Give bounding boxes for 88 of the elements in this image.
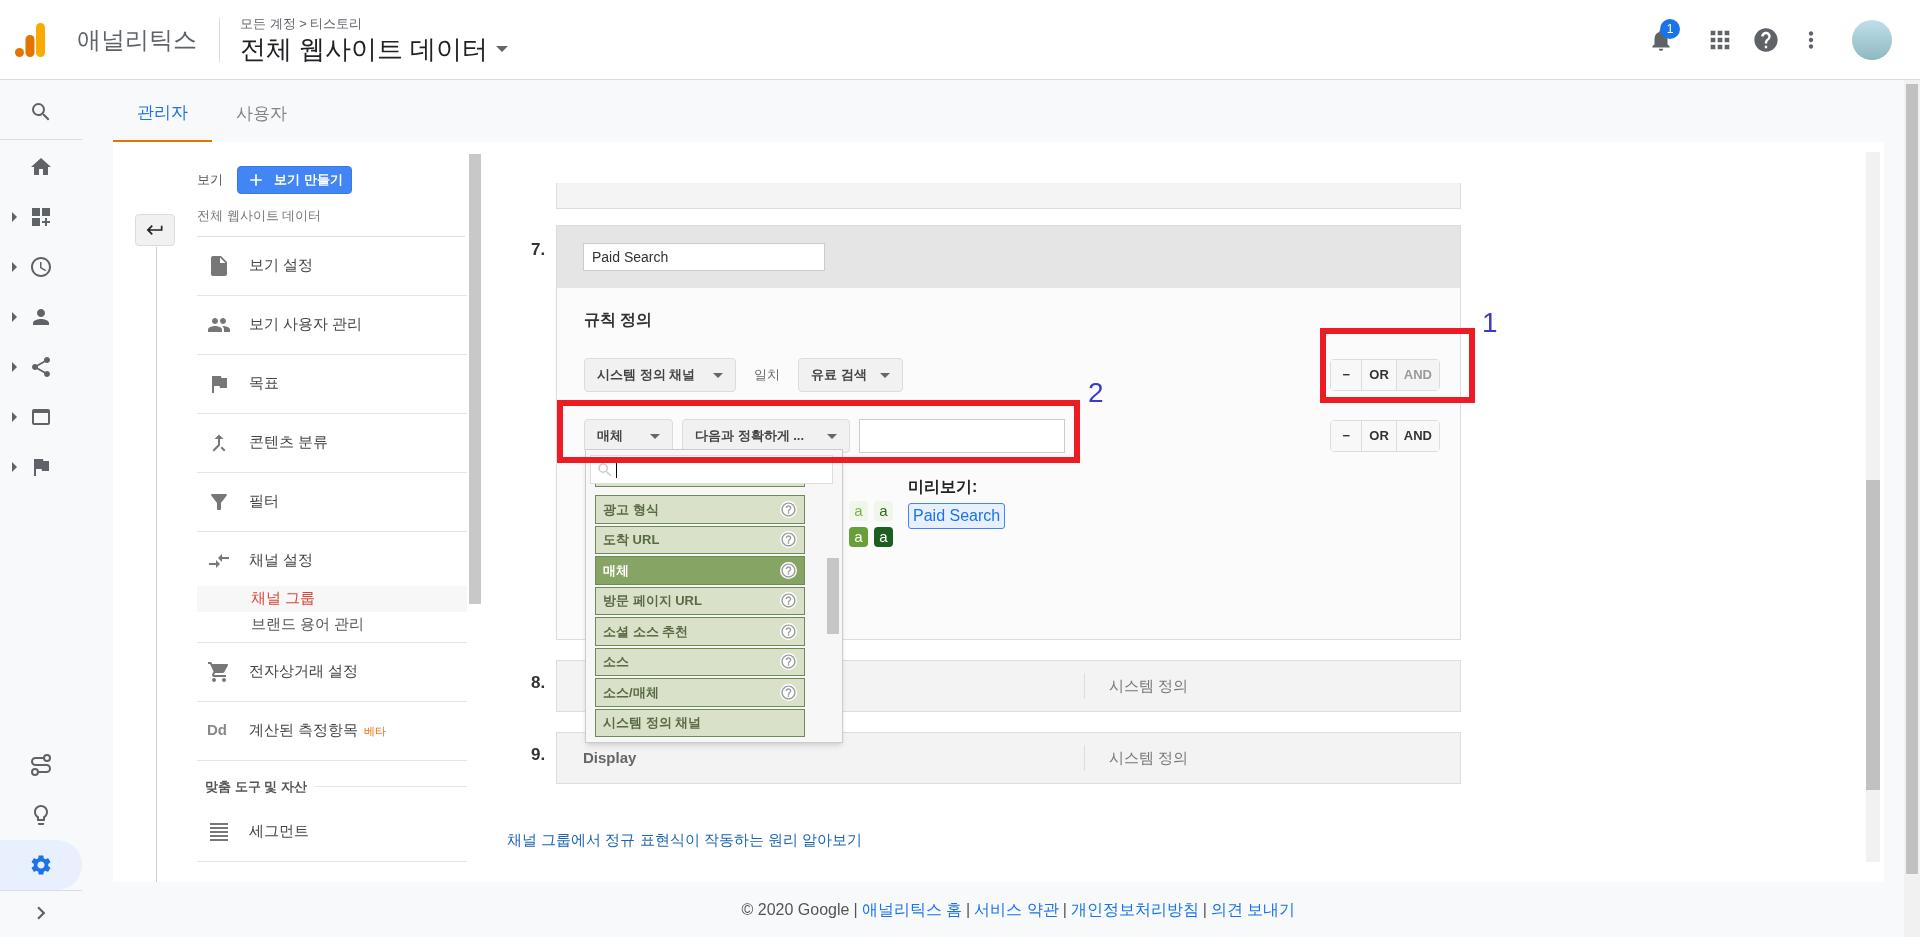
caret-icon (827, 433, 837, 439)
definition-label: 시스템 정의 (1109, 675, 1189, 696)
submenu-item[interactable]: 브랜드 용어 관리 (197, 611, 467, 638)
submenu-item[interactable]: 채널 그룹 (197, 585, 467, 612)
menu-item[interactable]: 전자상거래 설정 (197, 642, 467, 701)
definition-label: 시스템 정의 (1109, 747, 1189, 768)
value-dropdown[interactable]: 유료 검색 (798, 358, 903, 392)
create-view-button[interactable]: 보기 만들기 (237, 166, 352, 194)
route-icon (29, 753, 53, 777)
separator: | (853, 899, 858, 920)
annotation-number: 1 (1482, 306, 1498, 340)
clock-icon (29, 255, 53, 279)
rule-heading: 규칙 정의 (584, 310, 653, 330)
value-field[interactable] (859, 419, 1065, 453)
footer-link[interactable]: 애널리틱스 홈 (861, 897, 963, 922)
rule-button[interactable]: AND (1395, 421, 1439, 451)
help-icon[interactable] (1752, 25, 1780, 54)
footer-link[interactable]: 개인정보처리방침 (1070, 897, 1199, 922)
footer-link[interactable]: 서비스 약관 (974, 897, 1059, 922)
menu-option[interactable]: 소스/매체 (595, 678, 805, 707)
color-swatch[interactable]: a (874, 501, 893, 521)
help-link[interactable]: 채널 그룹에서 정규 표현식이 작동하는 원리 알아보기 (507, 829, 862, 852)
menu-item[interactable]: 목표 (197, 354, 467, 413)
preview-label: 미리보기: (908, 477, 979, 497)
help-icon[interactable] (780, 622, 797, 640)
caret-icon (496, 46, 509, 53)
section-heading: 맞춤 도구 및 자산 (205, 777, 307, 796)
menu-item[interactable]: 필터 (197, 472, 467, 531)
annotation-number: 2 (1088, 376, 1104, 410)
expand-arrow-icon (12, 362, 17, 372)
view-name: 전체 웹사이트 데이터 (197, 206, 465, 237)
scrollbar[interactable] (827, 558, 839, 634)
back-button[interactable] (135, 214, 175, 246)
rail-item[interactable] (0, 840, 82, 890)
caret-icon (713, 372, 723, 378)
menu-option[interactable]: 방문 페이지 URL (595, 586, 805, 615)
dimension-dropdown[interactable]: 시스템 정의 채널 (584, 358, 736, 392)
menu-option[interactable]: 소스 (595, 647, 805, 676)
cart-icon (207, 659, 231, 684)
expand-arrow-icon (12, 212, 17, 222)
copyright: © 2020 Google (741, 899, 850, 920)
expand-arrow-icon (12, 462, 17, 472)
scrollbar[interactable] (469, 154, 481, 604)
help-icon[interactable] (780, 531, 797, 549)
menu-option[interactable]: 시스템 정의 채널 (595, 708, 805, 737)
branch-icon (29, 355, 53, 379)
property-selector[interactable]: 전체 웹사이트 데이터 (240, 33, 509, 66)
scrollbar[interactable] (1866, 480, 1880, 790)
scrollbar[interactable] (1906, 84, 1918, 874)
group-number: 9. (531, 744, 546, 766)
channel-tag: Paid Search (908, 503, 1006, 529)
breadcrumb[interactable]: 모든 계정 > 티스토리 (240, 13, 509, 33)
footer-link[interactable]: 의견 보내기 (1210, 897, 1296, 922)
expand-arrow-icon (12, 312, 17, 322)
menu-item[interactable]: 세그먼트 (197, 802, 467, 861)
menu-item[interactable]: 콘텐츠 분류 (197, 413, 467, 472)
match-label: 일치 (753, 366, 781, 385)
help-icon[interactable] (780, 561, 797, 579)
help-icon[interactable] (780, 683, 797, 701)
dashboard-icon (29, 205, 53, 229)
menu-option[interactable]: 광고 형식 (595, 495, 805, 524)
caret-icon (880, 372, 890, 378)
notification-count: 1 (1660, 18, 1680, 39)
group-number: 7. (531, 239, 546, 261)
help-icon[interactable] (780, 500, 797, 518)
view-label: 보기 (197, 171, 223, 190)
caret-icon (650, 433, 660, 439)
help-icon[interactable] (780, 653, 797, 671)
bar-chart-logo-icon (15, 22, 45, 57)
search-icon (596, 460, 614, 479)
menu-option[interactable]: 도착 URL (595, 525, 805, 554)
settings-icon (29, 853, 53, 877)
help-icon[interactable] (780, 592, 797, 610)
channel-name: Display (583, 749, 637, 766)
dd-icon: Dd (207, 719, 231, 742)
group-number: 8. (531, 672, 546, 694)
expand-arrow-icon (12, 412, 17, 422)
app-name: 애널리틱스 (77, 24, 197, 55)
separator: | (1062, 899, 1067, 920)
menu-item[interactable]: 보기 설정 (197, 236, 467, 295)
expand-arrow-icon (12, 262, 17, 272)
menu-option[interactable]: 소셜 소스 추천 (595, 617, 805, 646)
menu-item[interactable]: Dd 계산된 측정항목 베타 (197, 701, 467, 760)
channel-name-field[interactable]: Paid Search (583, 243, 825, 271)
menu-item[interactable]: 보기 사용자 관리 (197, 295, 467, 354)
separator: | (1202, 899, 1207, 920)
color-swatch[interactable]: a (874, 527, 893, 547)
separator: | (966, 899, 971, 920)
